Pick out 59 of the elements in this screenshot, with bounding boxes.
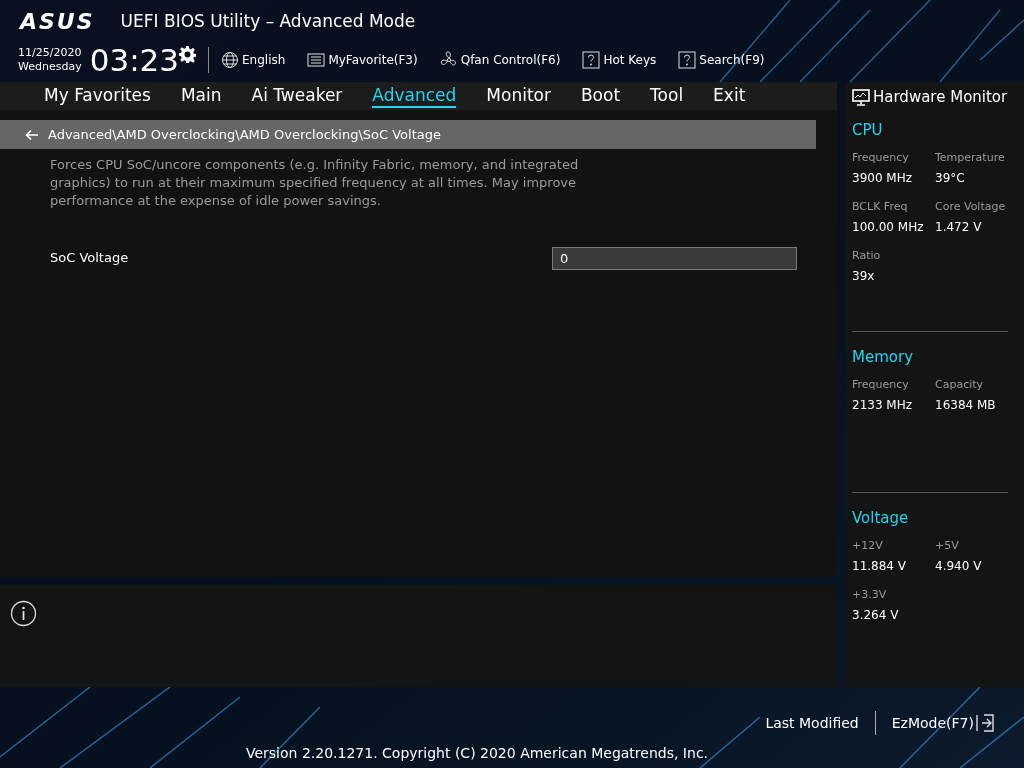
stat-label: Core Voltage xyxy=(935,198,1007,215)
menu-tab[interactable]: Exit xyxy=(713,84,746,108)
clock-time: 03:23 xyxy=(89,44,180,76)
toolbar-button[interactable]: MyFavorite(F3) xyxy=(307,51,418,69)
stat-value: 1.472 V xyxy=(935,218,983,235)
value-field[interactable]: 0 xyxy=(552,246,797,270)
stat-label: Frequency xyxy=(852,376,910,393)
settings-icon[interactable] xyxy=(179,46,197,63)
asus-logo: ASUS xyxy=(20,11,95,33)
stat-value: 3.264 V xyxy=(852,606,900,623)
help-icon xyxy=(678,51,697,69)
menu-tab[interactable]: Main xyxy=(180,84,222,108)
footer-button[interactable]: Last Modified xyxy=(765,712,859,734)
help-icon xyxy=(582,51,601,69)
toolbar-button[interactable]: Search(F9) xyxy=(678,51,765,69)
menu-tab[interactable]: Advanced xyxy=(372,84,457,108)
stat-value: 2133 MHz xyxy=(852,396,914,413)
stat-value: 16384 MB xyxy=(935,396,997,413)
section-heading: Memory xyxy=(852,347,914,368)
toolbar-button[interactable]: English xyxy=(221,51,286,69)
stat-label: +12V xyxy=(852,537,884,554)
back-arrow-icon[interactable] xyxy=(25,128,39,141)
stat-value: 4.940 V xyxy=(935,557,983,574)
fan-icon xyxy=(439,51,458,69)
info-icon xyxy=(10,600,37,627)
menu-tab[interactable]: My Favorites xyxy=(44,84,151,108)
stat-label: Frequency xyxy=(852,149,910,166)
stat-value: 3900 MHz xyxy=(852,169,914,186)
copyright-text: Version 2.20.1271. Copyright (C) 2020 American Megatrends, Inc. xyxy=(245,744,709,763)
section-heading: CPU xyxy=(852,120,884,141)
stat-label: +5V xyxy=(935,537,960,554)
globe-icon xyxy=(221,51,240,69)
list-icon xyxy=(307,51,326,69)
menu-tab[interactable]: Tool xyxy=(650,84,684,108)
stat-label: +3.3V xyxy=(852,586,888,603)
date-text: 11/25/2020 xyxy=(18,46,82,60)
menu-tab[interactable]: Boot xyxy=(580,84,621,108)
footer-button[interactable]: EzMode(F7) xyxy=(891,712,994,734)
monitor-icon xyxy=(852,88,870,106)
stat-label: BCLK Freq xyxy=(852,198,909,215)
window-title: UEFI BIOS Utility – Advanced Mode xyxy=(120,10,416,34)
section-heading: Voltage xyxy=(852,508,910,529)
panel-title: Hardware Monitor xyxy=(873,86,1008,108)
toolbar-button[interactable]: Qfan Control(F6) xyxy=(439,51,561,69)
stat-value: 100.00 MHz xyxy=(852,218,925,235)
stat-label: Temperature xyxy=(935,149,1006,166)
menu-tab[interactable]: Ai Tweaker xyxy=(251,84,343,108)
weekday-text: Wednesday xyxy=(18,60,82,74)
breadcrumb-path: Advanced\AMD Overclocking\AMD Overclocking\SoC Voltage xyxy=(48,125,441,144)
stat-value: 39x xyxy=(852,267,876,284)
setting-label: SoC Voltage xyxy=(50,249,129,268)
toolbar-button[interactable]: Hot Keys xyxy=(582,51,657,69)
help-description: Forces CPU SoC/uncore components (e.g. Infinity Fabric, memory, and integrated graphics) to run at their maximum specified frequency at all times. May improve performance at the expense of idle power savings. xyxy=(50,156,580,210)
menu-tab[interactable]: Monitor xyxy=(486,84,551,108)
stat-label: Capacity xyxy=(935,376,985,393)
stat-value: 39°C xyxy=(935,169,966,186)
stat-value: 11.884 V xyxy=(852,557,907,574)
exit-icon xyxy=(976,714,994,732)
stat-label: Ratio xyxy=(852,247,882,264)
